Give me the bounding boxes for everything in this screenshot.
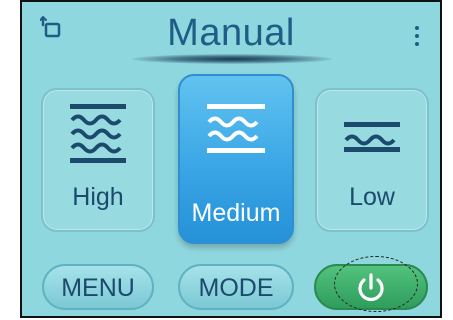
more-vertical-icon[interactable] bbox=[412, 22, 422, 46]
level-card-high[interactable]: High bbox=[41, 88, 155, 232]
level-label-high: High bbox=[72, 183, 124, 211]
heat-waves-low-icon bbox=[344, 122, 400, 152]
power-button-highlight bbox=[334, 256, 418, 312]
heat-waves-medium-icon bbox=[207, 104, 265, 153]
level-card-medium[interactable]: Medium bbox=[178, 74, 294, 244]
device-frame: Manual High Medium Low MENU MODE bbox=[0, 0, 453, 320]
level-label-low: Low bbox=[349, 183, 395, 211]
level-card-low[interactable]: Low bbox=[315, 88, 429, 232]
heat-waves-high-icon bbox=[70, 104, 126, 163]
mode-button[interactable]: MODE bbox=[178, 264, 294, 310]
menu-button[interactable]: MENU bbox=[42, 264, 154, 310]
title-underline bbox=[132, 54, 332, 64]
level-label-medium: Medium bbox=[191, 199, 281, 227]
page-title: Manual bbox=[167, 12, 295, 54]
control-screen: Manual High Medium Low MENU MODE bbox=[20, 0, 442, 318]
